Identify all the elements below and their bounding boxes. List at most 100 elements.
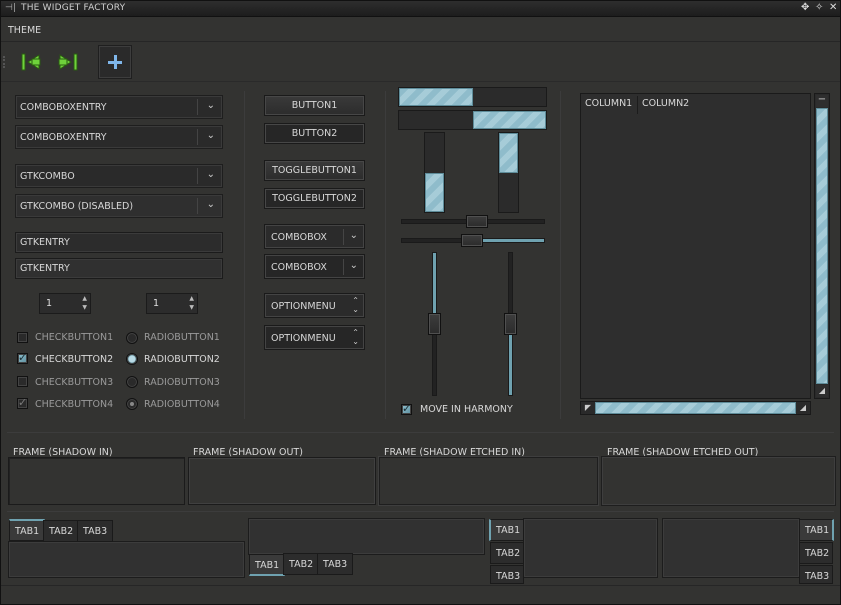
spinbutton-2[interactable]: 1 ▲ ▼ xyxy=(146,293,198,314)
notebook-left-tab1[interactable]: TAB1 xyxy=(489,519,524,541)
notebook-bottom-tab1[interactable]: TAB1 xyxy=(249,554,286,576)
notebook-right-tab3[interactable]: TAB3 xyxy=(799,565,833,584)
hscale-2-slider[interactable] xyxy=(461,234,483,247)
maximize-icon[interactable]: ✧ xyxy=(815,2,823,13)
divider xyxy=(197,129,198,145)
frame-shadow-etched-in: FRAME (SHADOW ETCHED IN) xyxy=(378,447,599,506)
combobox-1[interactable]: COMBOBOX ⌄ xyxy=(264,224,365,249)
radiobutton-1-label[interactable]: RADIOBUTTON1 xyxy=(144,332,220,343)
window-menu-icon[interactable]: ⊣| xyxy=(5,3,16,13)
progressbar-v2-fill xyxy=(499,133,518,173)
notebook-top-tab2[interactable]: TAB2 xyxy=(43,520,80,542)
go-first-icon[interactable] xyxy=(19,50,43,74)
checkbutton-1-label[interactable]: CHECKBUTTON1 xyxy=(35,332,113,343)
chevron-down-icon: ⌄ xyxy=(349,230,358,241)
gtkcombo-1[interactable]: GTKCOMBO ⌄ xyxy=(15,164,223,188)
radiobutton-2-dot[interactable] xyxy=(126,353,138,365)
chevron-down-icon: ⌄ xyxy=(349,260,358,271)
divider xyxy=(637,96,638,114)
toolbar-grip[interactable] xyxy=(3,56,7,68)
chevron-down-icon[interactable]: ⌄ xyxy=(207,130,215,141)
optionmenu-2[interactable]: OPTIONMENU ⌃ ⌄ xyxy=(264,325,365,350)
notebook-left-tab2[interactable]: TAB2 xyxy=(490,542,524,564)
spin-arrows-icon[interactable]: ▲ ▼ xyxy=(189,294,194,312)
button2[interactable]: BUTTON2 xyxy=(264,123,365,144)
vertical-scrollbar-thumb[interactable] xyxy=(816,108,828,384)
menu-theme[interactable]: THEME xyxy=(8,25,41,36)
togglebutton1[interactable]: TOGGLEBUTTON1 xyxy=(264,160,365,181)
tree-view[interactable]: COLUMN1 COLUMN2 xyxy=(580,93,811,399)
frame-shadow-etched-out-box xyxy=(601,456,836,506)
tab-label: TAB3 xyxy=(323,559,348,570)
gtkentry-1[interactable]: GTKENTRY xyxy=(15,232,223,253)
button1-label: BUTTON1 xyxy=(291,100,338,111)
radiobutton-3-dot xyxy=(126,376,138,388)
horizontal-scrollbar-thumb[interactable] xyxy=(595,402,796,414)
add-button[interactable] xyxy=(98,45,132,79)
togglebutton2[interactable]: TOGGLEBUTTON2 xyxy=(264,188,365,209)
go-last-icon[interactable] xyxy=(56,50,80,74)
hscale-1-slider[interactable] xyxy=(466,215,488,228)
togglebutton2-label: TOGGLEBUTTON2 xyxy=(272,193,357,204)
progressbar-h2 xyxy=(398,110,547,130)
comboboxentry-1[interactable]: COMBOBOXENTRY ⌄ xyxy=(15,95,223,119)
optionmenu-1[interactable]: OPTIONMENU ⌃ ⌄ xyxy=(264,293,365,318)
scroll-down-icon[interactable]: ◢ xyxy=(816,385,828,397)
notebook-bottom-tab3[interactable]: TAB3 xyxy=(317,553,354,575)
gtkentry-2[interactable]: GTKENTRY xyxy=(15,258,223,279)
checkbutton-3-box xyxy=(17,376,28,387)
spinbutton-1[interactable]: 1 ▲ ▼ xyxy=(39,293,91,314)
divider xyxy=(197,168,198,184)
notebook-top-tab1[interactable]: TAB1 xyxy=(9,519,46,541)
combobox-2[interactable]: COMBOBOX ⌄ xyxy=(264,254,365,279)
spinbutton-1-value: 1 xyxy=(46,298,53,309)
gtkentry-2-text: GTKENTRY xyxy=(20,263,70,274)
checkbutton-4-label: CHECKBUTTON4 xyxy=(35,399,114,410)
main-window: ⊣| THE WIDGET FACTORY ✥ ✧ ✕ THEME COMBOB… xyxy=(0,0,841,605)
checkbutton-2-box[interactable] xyxy=(17,351,28,364)
up-down-arrows-icon: ⌃ ⌄ xyxy=(352,328,359,346)
notebook-right-tab2[interactable]: TAB2 xyxy=(799,542,833,564)
spin-arrows-icon[interactable]: ▲ ▼ xyxy=(82,294,87,312)
frame-shadow-etched-out: FRAME (SHADOW ETCHED OUT) xyxy=(601,447,836,506)
tab-label: TAB3 xyxy=(805,571,830,582)
progressbar-h1 xyxy=(398,87,547,107)
comboboxentry-2[interactable]: COMBOBOXENTRY ⌄ xyxy=(15,125,223,149)
radiobutton-3-label: RADIOBUTTON3 xyxy=(144,377,220,388)
radiobutton-1-dot[interactable] xyxy=(126,332,138,344)
plus-icon xyxy=(108,55,122,69)
scroll-left-icon[interactable]: ◤ xyxy=(582,402,594,414)
chevron-down-icon[interactable]: ⌄ xyxy=(207,100,215,111)
vertical-scrollbar[interactable]: − ◢ xyxy=(814,93,830,399)
scroll-up-icon[interactable]: − xyxy=(816,95,828,107)
progressbar-h1-fill xyxy=(399,88,473,106)
progressbar-h2-fill xyxy=(472,111,546,129)
status-bar xyxy=(1,585,840,604)
notebook-bottom-panel xyxy=(248,518,485,555)
radiobutton-2-label[interactable]: RADIOBUTTON2 xyxy=(144,354,220,365)
notebook-left-tab3[interactable]: TAB3 xyxy=(490,565,524,584)
tab-label: TAB2 xyxy=(49,526,74,537)
notebook-bottom-tab2[interactable]: TAB2 xyxy=(283,553,320,575)
notebook-right-tab1[interactable]: TAB1 xyxy=(799,519,834,541)
checkbutton-1-box[interactable] xyxy=(17,332,28,343)
column2-header[interactable]: COLUMN2 xyxy=(642,98,689,109)
up-down-arrows-icon: ⌃ ⌄ xyxy=(352,296,359,314)
vscale-2-slider[interactable] xyxy=(504,313,517,335)
scroll-right-icon[interactable]: ◢ xyxy=(797,402,809,414)
close-icon[interactable]: ✕ xyxy=(829,2,837,13)
chevron-down-icon[interactable]: ⌄ xyxy=(207,169,215,180)
horizontal-scrollbar[interactable]: ◤ ◢ xyxy=(580,401,811,415)
tab-label: TAB3 xyxy=(83,526,108,537)
vscale-1-slider[interactable] xyxy=(428,313,441,335)
notebook-top-tab3[interactable]: TAB3 xyxy=(77,520,114,542)
minimize-icon[interactable]: ✥ xyxy=(801,2,809,13)
button1[interactable]: BUTTON1 xyxy=(264,95,365,116)
tab-label: TAB3 xyxy=(496,571,521,582)
radiobutton-4-label: RADIOBUTTON4 xyxy=(144,399,220,410)
vscale-2-fill xyxy=(509,325,512,395)
column1-header[interactable]: COLUMN1 xyxy=(585,98,632,109)
move-in-harmony-label[interactable]: MOVE IN HARMONY xyxy=(420,404,513,415)
move-in-harmony-checkbox[interactable] xyxy=(401,402,412,415)
checkbutton-2-label[interactable]: CHECKBUTTON2 xyxy=(35,354,113,365)
